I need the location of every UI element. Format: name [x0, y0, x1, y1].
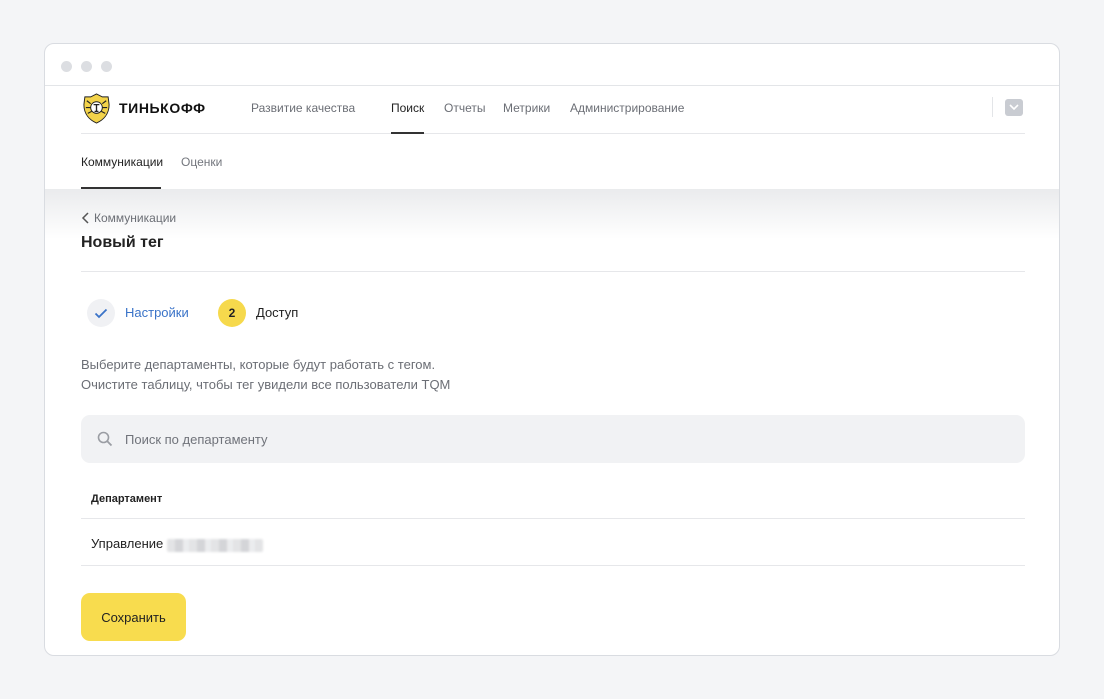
check-icon [94, 308, 108, 318]
window-maximize-dot[interactable] [101, 61, 112, 72]
nav-item-search[interactable]: Поиск [391, 101, 424, 115]
active-tab-indicator [391, 132, 424, 134]
tab-ratings[interactable]: Оценки [181, 155, 222, 169]
nav-item-reports[interactable]: Отчеты [444, 101, 485, 115]
window-titlebar [45, 44, 1059, 86]
description-line-1: Выберите департаменты, которые будут раб… [81, 357, 436, 372]
browser-window: ТИНЬКОФФ Развитие качества Поиск Отчеты … [44, 43, 1060, 656]
nav-item-metrics[interactable]: Метрики [503, 101, 550, 115]
user-menu-button[interactable] [1005, 99, 1023, 116]
nav-separator [992, 97, 993, 117]
step-settings-status [87, 299, 115, 327]
logo[interactable]: ТИНЬКОФФ [81, 92, 206, 124]
search-icon [97, 431, 113, 447]
breadcrumb-label[interactable]: Коммуникации [94, 211, 176, 225]
search-input[interactable] [125, 431, 925, 447]
save-button[interactable]: Сохранить [81, 593, 186, 641]
window-close-dot[interactable] [61, 61, 72, 72]
step-settings-label[interactable]: Настройки [125, 305, 189, 320]
header-shadow [45, 189, 1059, 239]
tab-communications[interactable]: Коммуникации [81, 155, 163, 169]
description-line-2: Очистите таблицу, чтобы тег увидели все … [81, 377, 451, 392]
department-search[interactable] [81, 415, 1025, 463]
step-access-label: Доступ [256, 305, 299, 320]
nav-item-quality[interactable]: Развитие качества [251, 101, 355, 115]
table-header-department: Департамент [91, 493, 163, 505]
window-minimize-dot[interactable] [81, 61, 92, 72]
top-navigation: ТИНЬКОФФ Развитие качества Поиск Отчеты … [81, 86, 1025, 134]
sub-navigation: Коммуникации Оценки [81, 135, 1025, 189]
logo-text: ТИНЬКОФФ [119, 100, 206, 116]
breadcrumb[interactable]: Коммуникации [81, 211, 176, 225]
chevron-down-icon [1009, 104, 1019, 111]
chevron-left-icon [81, 212, 89, 224]
department-name: Управление [91, 536, 164, 551]
step-access-number: 2 [218, 299, 246, 327]
nav-item-administration[interactable]: Администрирование [570, 101, 684, 115]
redacted-text [167, 539, 263, 552]
page-title: Новый тег [81, 234, 164, 251]
title-divider [81, 271, 1025, 272]
coat-of-arms-icon [83, 92, 110, 124]
table-row[interactable]: Управление [81, 518, 1025, 566]
